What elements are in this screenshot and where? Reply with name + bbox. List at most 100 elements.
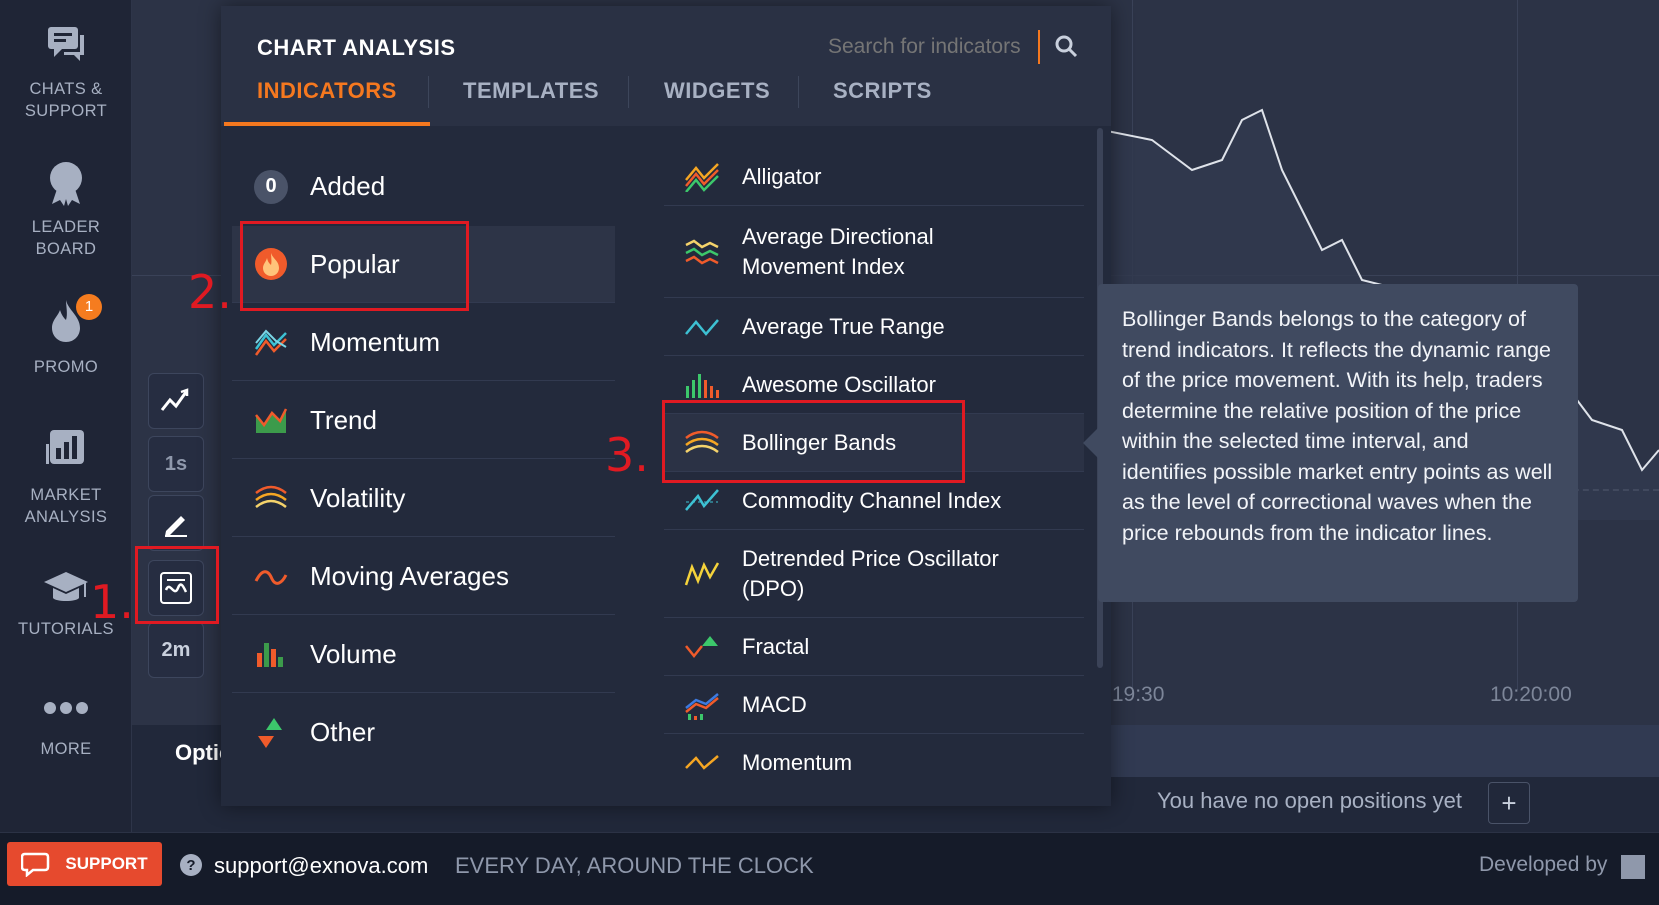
tab-indicators[interactable]: INDICATORS xyxy=(257,78,397,104)
category-label: Other xyxy=(310,717,376,747)
time-label: :19:30 xyxy=(1106,683,1165,706)
left-sidebar: CHATS & SUPPORT LEADER BOARD 1 PROMO MAR… xyxy=(0,0,132,832)
support-label: SUPPORT xyxy=(65,854,148,873)
category-label: Moving Averages xyxy=(310,560,509,591)
tab-separator xyxy=(628,76,629,108)
indicator-atr[interactable]: Average True Range xyxy=(664,298,1084,356)
chart-type-button[interactable] xyxy=(148,373,204,429)
cci-icon xyxy=(684,483,720,519)
support-chat-icon xyxy=(21,852,50,877)
promo-badge: 1 xyxy=(76,294,102,320)
pencil-icon xyxy=(165,516,187,537)
volatility-icon xyxy=(254,481,288,515)
category-label: Trend xyxy=(310,404,377,435)
tab-templates[interactable]: TEMPLATES xyxy=(463,78,599,104)
time-label: 10:20:00 xyxy=(1490,683,1572,706)
indicator-label: Momentum xyxy=(742,750,853,775)
sidebar-item-promo[interactable]: 1 PROMO xyxy=(0,294,132,378)
tab-scripts[interactable]: SCRIPTS xyxy=(833,78,932,104)
category-volatility[interactable]: Volatility xyxy=(232,460,615,537)
developer-logo[interactable] xyxy=(1621,855,1645,879)
add-position-button[interactable]: + xyxy=(1488,782,1530,824)
category-momentum[interactable]: Momentum xyxy=(232,304,615,381)
indicator-label: Alligator xyxy=(742,163,822,189)
moving-average-icon xyxy=(254,559,288,593)
help-icon: ? xyxy=(180,854,202,876)
sidebar-label: LEADER BOARD xyxy=(31,218,101,258)
tab-separator xyxy=(798,76,799,108)
sidebar-item-chats-support[interactable]: CHATS & SUPPORT xyxy=(0,22,132,122)
timeframe-button[interactable]: 1s xyxy=(148,436,204,492)
indicator-dpo[interactable]: Detrended Price Oscillator (DPO) xyxy=(664,530,1084,618)
fractal-icon xyxy=(684,629,720,665)
category-label: Momentum xyxy=(310,326,441,357)
indicator-label: Average True Range xyxy=(742,313,945,339)
indicator-adx[interactable]: Average Directional Movement Index xyxy=(664,206,1084,298)
indicator-label: MACD xyxy=(742,691,807,717)
sidebar-item-market-analysis[interactable]: MARKET ANALYSIS xyxy=(0,426,132,528)
active-tab-indicator xyxy=(224,122,430,126)
atr-icon xyxy=(684,309,720,345)
sidebar-item-more[interactable]: MORE xyxy=(0,700,132,760)
support-button[interactable]: SUPPORT xyxy=(7,842,162,886)
step-3-label: 3. xyxy=(605,428,649,482)
category-label: Volume xyxy=(310,638,397,669)
support-email-link[interactable]: support@exnova.com xyxy=(214,853,428,879)
more-dots-icon xyxy=(44,702,88,714)
chat-icon xyxy=(48,27,84,61)
indicator-macd[interactable]: MACD xyxy=(664,676,1084,734)
sidebar-label: MORE xyxy=(40,740,92,758)
panel-header xyxy=(221,6,1111,126)
sidebar-label: MARKET ANALYSIS xyxy=(24,486,108,526)
chart-type-icon xyxy=(160,388,189,411)
category-moving-averages[interactable]: Moving Averages xyxy=(232,538,615,615)
category-other[interactable]: Other xyxy=(232,694,615,771)
tooltip-arrow xyxy=(1083,428,1098,458)
step-1-label: 1. xyxy=(90,575,134,629)
indicator-label: Awesome Oscillator xyxy=(742,371,936,397)
sidebar-label: CHATS & SUPPORT xyxy=(24,80,108,120)
sidebar-item-leaderboard[interactable]: LEADER BOARD xyxy=(0,160,132,260)
step-2-highlight xyxy=(240,221,469,311)
tab-widgets[interactable]: WIDGETS xyxy=(664,78,770,104)
category-label: Added xyxy=(310,171,386,201)
positions-bar xyxy=(1110,725,1659,777)
added-count-badge: 0 xyxy=(254,169,288,204)
adx-icon xyxy=(684,234,720,270)
macd-icon xyxy=(684,687,720,723)
sidebar-label: PROMO xyxy=(33,358,99,376)
indicator-label: Average Directional Movement Index xyxy=(742,223,934,279)
expiry-button[interactable]: 2m xyxy=(148,622,204,678)
momentum-icon xyxy=(254,325,288,359)
step-3-highlight xyxy=(662,400,965,483)
volume-icon xyxy=(254,637,288,671)
bar-chart-icon xyxy=(46,430,84,464)
indicator-momentum[interactable]: Momentum xyxy=(664,734,1084,792)
support-hours: EVERY DAY, AROUND THE CLOCK xyxy=(455,853,814,878)
alligator-icon xyxy=(684,159,720,195)
svg-text:?: ? xyxy=(186,857,195,874)
category-trend[interactable]: Trend xyxy=(232,382,615,459)
awesome-oscillator-icon xyxy=(684,367,720,403)
indicator-label: Detrended Price Oscillator (DPO) xyxy=(742,545,999,601)
other-arrows-icon xyxy=(254,716,288,750)
indicator-fractal[interactable]: Fractal xyxy=(664,618,1084,676)
search-indicators-input[interactable] xyxy=(826,30,1040,64)
indicator-description-tooltip: Bollinger Bands belongs to the category … xyxy=(1098,284,1578,602)
search-icon[interactable] xyxy=(1054,34,1078,58)
dpo-icon xyxy=(684,556,720,592)
indicator-label: Commodity Channel Index xyxy=(742,487,1002,513)
trend-icon xyxy=(254,403,288,437)
panel-title: CHART ANALYSIS xyxy=(257,35,456,60)
category-label: Volatility xyxy=(310,482,406,513)
drawing-tools-button[interactable] xyxy=(148,495,204,551)
graduation-cap-icon xyxy=(44,572,88,601)
momentum-line-icon xyxy=(684,745,720,781)
indicator-label: Fractal xyxy=(742,633,810,659)
developed-by-label: Developed by xyxy=(1479,853,1608,876)
category-added[interactable]: 0 Added xyxy=(232,148,615,225)
indicator-alligator[interactable]: Alligator xyxy=(664,148,1084,206)
no-positions-text: You have no open positions yet xyxy=(1157,788,1462,813)
step-2-label: 2. xyxy=(188,265,232,319)
category-volume[interactable]: Volume xyxy=(232,616,615,693)
